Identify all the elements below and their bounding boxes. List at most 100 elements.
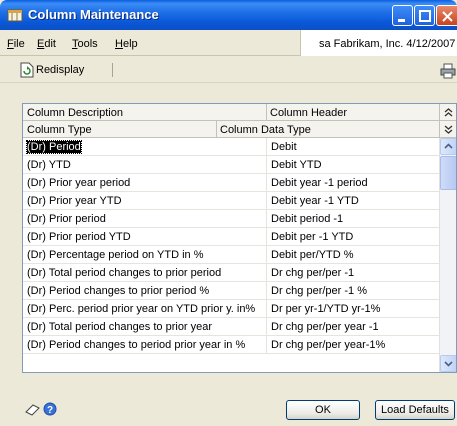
print-icon[interactable] [440, 63, 456, 79]
cell-column-description[interactable]: (Dr) Prior year YTD [23, 192, 266, 210]
cell-column-description[interactable]: (Dr) Prior period [23, 210, 266, 228]
menu-help-mnemonic: H [115, 38, 123, 50]
cell-column-header[interactable]: Dr per yr-1/YTD yr-1% [266, 300, 439, 318]
cell-text: Dr per yr-1/YTD yr-1% [271, 303, 381, 315]
cell-text: (Dr) Total period changes to prior year [27, 321, 213, 333]
cell-text: (Dr) Prior year YTD [27, 195, 122, 207]
cell-text: (Dr) Period changes to prior period % [27, 285, 210, 297]
cell-text: Debit per -1 YTD [271, 231, 354, 243]
redisplay-icon [20, 62, 34, 78]
cell-column-description[interactable]: (Dr) Perc. period prior year on YTD prio… [23, 300, 266, 318]
table-row[interactable]: (Dr) YTD Debit YTD [23, 156, 439, 174]
ok-button[interactable]: OK [286, 400, 360, 420]
maximize-button[interactable] [414, 5, 435, 26]
cell-text: Debit per/YTD % [271, 249, 354, 261]
chevron-up-icon [444, 143, 453, 149]
cell-column-header[interactable]: Debit YTD [266, 156, 439, 174]
header-column-type[interactable]: Column Type [23, 121, 216, 138]
toolbar: Redisplay [0, 57, 457, 83]
cell-column-description[interactable]: (Dr) Total period changes to prior perio… [23, 264, 266, 282]
load-defaults-button[interactable]: Load Defaults [375, 400, 455, 420]
cell-column-header[interactable]: Dr chg per/per year -1 [266, 318, 439, 336]
expand-rows-button[interactable] [439, 121, 456, 138]
table-row[interactable]: (Dr) Total period changes to prior year D… [23, 318, 439, 336]
svg-text:?: ? [47, 405, 53, 416]
header-column-description[interactable]: Column Description [23, 104, 266, 121]
cell-text: Debit [271, 141, 297, 153]
redisplay-button[interactable]: Redisplay [20, 61, 84, 79]
app-icon [7, 9, 23, 22]
minimize-button[interactable] [392, 5, 413, 26]
cell-column-description[interactable]: (Dr) Period changes to period prior year… [23, 336, 266, 354]
menu-help-label: elp [122, 38, 138, 50]
menu-file-mnemonic: F [7, 38, 14, 50]
menu-tools[interactable]: Tools [72, 38, 98, 50]
double-chevron-down-icon [444, 125, 453, 134]
cell-text: Debit YTD [271, 159, 322, 171]
table-row[interactable]: (Dr) Period changes to prior period % Dr … [23, 282, 439, 300]
cell-column-header[interactable]: Debit per/YTD % [266, 246, 439, 264]
menu-edit[interactable]: Edit [37, 38, 56, 50]
table-row[interactable]: (Dr) Prior period YTD Debit per -1 YTD [23, 228, 439, 246]
cell-text: (Dr) Period [26, 140, 82, 154]
table-row[interactable]: (Dr) Period Debit [23, 138, 439, 156]
column-maintenance-window: Column Maintenance File Edit Tools Help … [0, 0, 457, 426]
cell-column-description[interactable]: (Dr) Period changes to prior period % [23, 282, 266, 300]
toolbar-separator [112, 63, 113, 77]
cell-text: (Dr) Prior period [27, 213, 106, 225]
minimize-icon [398, 19, 405, 22]
cell-text: Debit year -1 YTD [271, 195, 359, 207]
cell-text: Dr chg per/per -1 % [271, 285, 367, 297]
maximize-icon [419, 10, 431, 22]
vertical-scrollbar[interactable] [439, 138, 456, 372]
cell-column-description[interactable]: (Dr) YTD [23, 156, 266, 174]
eraser-icon[interactable] [25, 402, 41, 416]
table-row[interactable]: (Dr) Prior year YTD Debit year -1 YTD [23, 192, 439, 210]
table-row[interactable]: (Dr) Prior period Debit period -1 [23, 210, 439, 228]
cell-column-description[interactable]: (Dr) Total period changes to prior year [23, 318, 266, 336]
help-icon[interactable]: ? [43, 402, 57, 416]
menu-file-label: ile [13, 38, 25, 50]
header-column-data-type[interactable]: Column Data Type [216, 121, 439, 138]
cell-column-description[interactable]: (Dr) Period [23, 138, 266, 156]
cell-column-description[interactable]: (Dr) Percentage period on YTD in % [23, 246, 266, 264]
cell-text: (Dr) Percentage period on YTD in % [27, 249, 204, 261]
grid-header-row-1: Column Description Column Header [23, 104, 439, 121]
cell-text: Dr chg per/per year-1% [271, 339, 386, 351]
grid-header-row-2: Column Type Column Data Type [23, 121, 439, 138]
menu-edit-label: dit [44, 38, 56, 50]
table-row[interactable]: (Dr) Perc. period prior year on YTD prio… [23, 300, 439, 318]
cell-text: (Dr) YTD [27, 159, 71, 171]
scroll-up-button[interactable] [440, 138, 456, 155]
cell-column-header[interactable]: Debit [266, 138, 439, 156]
cell-column-header[interactable]: Debit year -1 YTD [266, 192, 439, 210]
cell-column-header[interactable]: Debit per -1 YTD [266, 228, 439, 246]
cell-text: (Dr) Total period changes to prior perio… [27, 267, 222, 279]
cell-column-header[interactable]: Dr chg per/per -1 % [266, 282, 439, 300]
cell-column-description[interactable]: (Dr) Prior year period [23, 174, 266, 192]
scroll-down-button[interactable] [440, 355, 456, 372]
table-row[interactable]: (Dr) Prior year period Debit year -1 peri… [23, 174, 439, 192]
scroll-thumb[interactable] [440, 156, 456, 190]
cell-column-header[interactable]: Debit period -1 [266, 210, 439, 228]
redisplay-label: Redisplay [36, 64, 85, 76]
menu-help[interactable]: Help [115, 38, 138, 50]
cell-text: (Dr) Prior period YTD [27, 231, 131, 243]
table-row[interactable]: (Dr) Total period changes to prior perio… [23, 264, 439, 282]
cell-column-header[interactable]: Dr chg per/per -1 [266, 264, 439, 282]
cell-column-header[interactable]: Dr chg per/per year-1% [266, 336, 439, 354]
cell-text: Dr chg per/per -1 [271, 267, 355, 279]
header-column-header[interactable]: Column Header [266, 104, 439, 121]
cell-text: Debit period -1 [271, 213, 344, 225]
cell-column-header[interactable]: Debit year -1 period [266, 174, 439, 192]
company-info: sa Fabrikam, Inc. 4/12/2007 [300, 30, 457, 56]
collapse-rows-button[interactable] [439, 104, 456, 121]
table-row[interactable]: (Dr) Percentage period on YTD in % Debit … [23, 246, 439, 264]
title-bar: Column Maintenance [0, 0, 457, 30]
cell-text: (Dr) Prior year period [27, 177, 131, 189]
chevron-down-icon [444, 361, 453, 367]
menu-file[interactable]: File [7, 38, 25, 50]
close-button[interactable] [436, 5, 457, 26]
cell-column-description[interactable]: (Dr) Prior period YTD [23, 228, 266, 246]
table-row[interactable]: (Dr) Period changes to period prior year… [23, 336, 439, 354]
